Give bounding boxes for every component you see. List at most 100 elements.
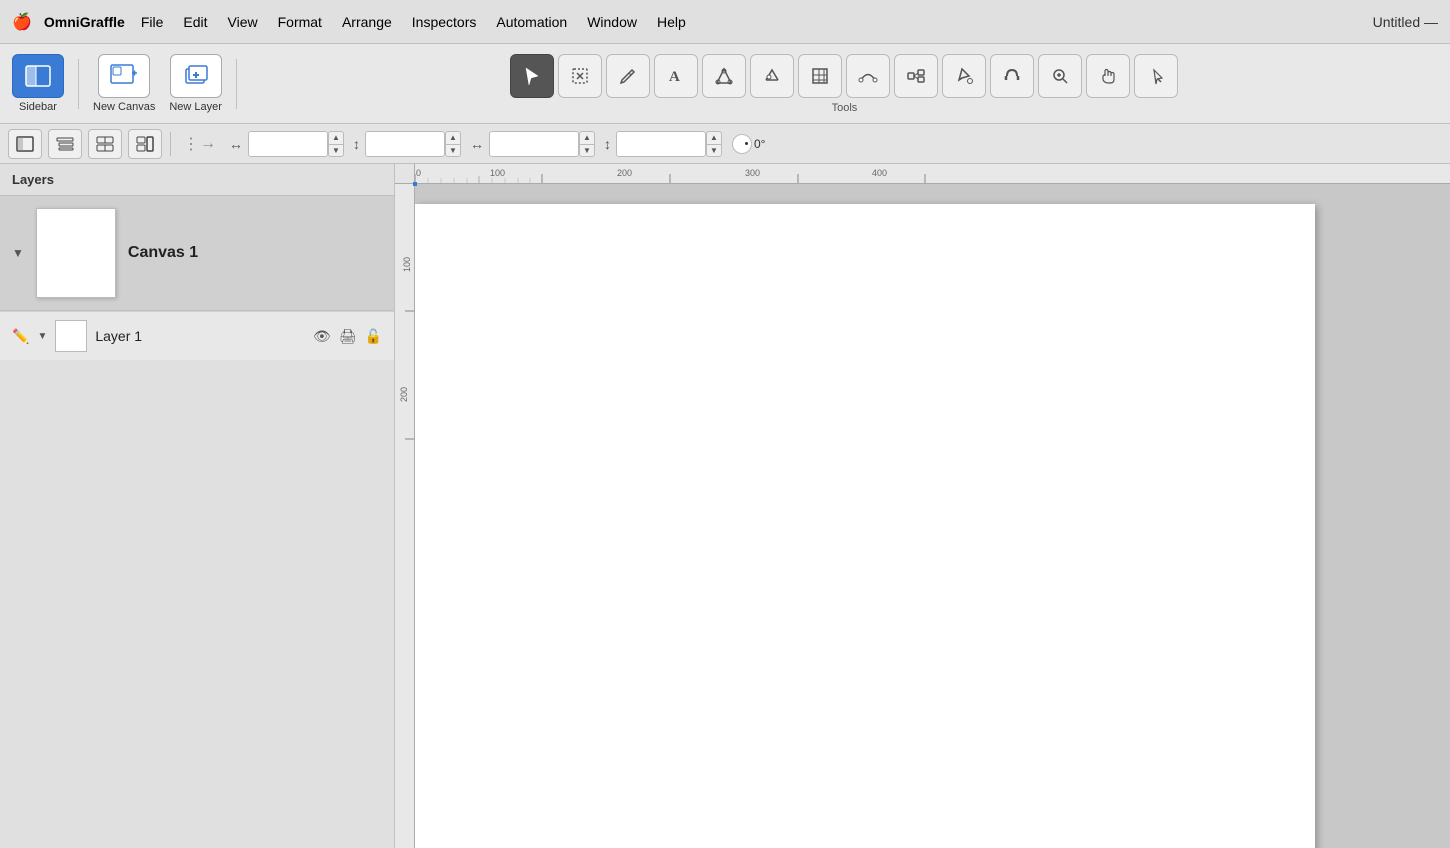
sec-divider-1 xyxy=(170,132,171,156)
connect-tool[interactable] xyxy=(894,54,938,98)
new-canvas-button[interactable]: New Canvas xyxy=(89,50,159,117)
main-layout: Layers ▼ Canvas 1 ✏️ ▼ Layer 1 👁 🖨 🔓 xyxy=(0,164,1450,848)
sidebar-button[interactable]: Sidebar xyxy=(8,50,68,117)
magnet-tool[interactable] xyxy=(990,54,1034,98)
x-stepper-down[interactable]: ▼ xyxy=(328,144,344,157)
width-input[interactable] xyxy=(489,131,579,157)
x-coord-group: ↔ ▲ ▼ xyxy=(226,131,344,157)
height-stepper-up[interactable]: ▲ xyxy=(706,131,722,144)
menu-automation[interactable]: Automation xyxy=(488,12,575,32)
menu-arrange[interactable]: Arrange xyxy=(334,12,400,32)
pen-tool[interactable] xyxy=(606,54,650,98)
layer-visibility-icon[interactable]: 👁 xyxy=(313,328,331,345)
layer-item[interactable]: ✏️ ▼ Layer 1 👁 🖨 🔓 xyxy=(0,311,394,360)
curve-tool[interactable] xyxy=(846,54,890,98)
x-coord-icon: ↔ xyxy=(226,136,246,152)
text-tool[interactable]: A xyxy=(654,54,698,98)
shared-layers-btn[interactable] xyxy=(88,129,122,159)
angle-circle xyxy=(732,134,752,154)
height-input[interactable] xyxy=(616,131,706,157)
width-coord-group: ↔ ▲ ▼ xyxy=(467,131,595,157)
edit-points-tool[interactable] xyxy=(750,54,794,98)
new-layer-icon xyxy=(170,54,222,98)
secondary-toolbar: ⋮→ ↔ ▲ ▼ ↕ ▲ ▼ ↔ ▲ ▼ xyxy=(0,124,1450,164)
menu-file[interactable]: File xyxy=(133,12,172,32)
y-stepper-down[interactable]: ▼ xyxy=(445,144,461,157)
width-stepper: ▲ ▼ xyxy=(579,131,595,157)
svg-text:200: 200 xyxy=(399,387,409,402)
height-stepper-down[interactable]: ▼ xyxy=(706,144,722,157)
svg-text:100: 100 xyxy=(402,257,412,272)
sidebar-header: Layers xyxy=(0,164,394,196)
layer-pen-icon[interactable]: ✏️ xyxy=(12,328,29,345)
toolbar-divider-2 xyxy=(236,59,237,109)
canvas-area[interactable]: 100 200 300 400 0 xyxy=(395,164,1450,848)
menu-format[interactable]: Format xyxy=(270,12,330,32)
toolbar-divider-1 xyxy=(78,59,79,109)
y-stepper: ▲ ▼ xyxy=(445,131,461,157)
width-coord-icon: ↔ xyxy=(467,136,487,152)
x-stepper: ▲ ▼ xyxy=(328,131,344,157)
shape-select-tool[interactable] xyxy=(558,54,602,98)
height-coord-icon: ↕ xyxy=(601,136,614,152)
zoom-tool[interactable] xyxy=(1038,54,1082,98)
angle-dot xyxy=(745,142,748,145)
horizontal-ruler: 100 200 300 400 0 xyxy=(415,164,1450,184)
layer-chevron-icon[interactable]: ▼ xyxy=(37,331,47,342)
layer-lock-icon[interactable]: 🔓 xyxy=(365,328,382,345)
svg-text:200: 200 xyxy=(617,168,632,178)
x-coord-input[interactable] xyxy=(248,131,328,157)
svg-text:0: 0 xyxy=(416,168,421,178)
canvas-item[interactable]: ▼ Canvas 1 xyxy=(0,196,394,311)
canvas-separator: ⋮→ xyxy=(179,134,220,154)
shape-tool[interactable] xyxy=(702,54,746,98)
tools-row: A xyxy=(510,54,1178,98)
apple-menu[interactable]: 🍎 xyxy=(12,12,32,32)
app-name[interactable]: OmniGraffle xyxy=(44,14,125,30)
tools-section: A xyxy=(247,54,1442,114)
canvas-name: Canvas 1 xyxy=(128,244,198,262)
height-stepper: ▲ ▼ xyxy=(706,131,722,157)
sidebar-label: Sidebar xyxy=(19,101,57,113)
layer-name: Layer 1 xyxy=(95,328,305,344)
menubar: 🍎 OmniGraffle File Edit View Format Arra… xyxy=(0,0,1450,44)
select-tool[interactable] xyxy=(510,54,554,98)
menu-inspectors[interactable]: Inspectors xyxy=(404,12,485,32)
new-canvas-icon xyxy=(98,54,150,98)
width-stepper-down[interactable]: ▼ xyxy=(579,144,595,157)
grid-tool[interactable] xyxy=(798,54,842,98)
new-layer-button[interactable]: New Layer xyxy=(165,50,226,117)
canvas-view-btn[interactable] xyxy=(8,129,42,159)
pan-tool[interactable] xyxy=(1086,54,1130,98)
menu-view[interactable]: View xyxy=(220,12,266,32)
svg-text:400: 400 xyxy=(872,168,887,178)
y-coord-group: ↕ ▲ ▼ xyxy=(350,131,461,157)
group-view-btn[interactable] xyxy=(128,129,162,159)
layer-print-icon[interactable]: 🖨 xyxy=(339,328,357,345)
x-stepper-up[interactable]: ▲ xyxy=(328,131,344,144)
width-stepper-up[interactable]: ▲ xyxy=(579,131,595,144)
outline-view-btn[interactable] xyxy=(48,129,82,159)
menu-help[interactable]: Help xyxy=(649,12,694,32)
height-coord-group: ↕ ▲ ▼ xyxy=(601,131,722,157)
svg-text:100: 100 xyxy=(490,168,505,178)
svg-text:300: 300 xyxy=(745,168,760,178)
fill-tool[interactable] xyxy=(942,54,986,98)
y-coord-icon: ↕ xyxy=(350,136,363,152)
y-coord-input[interactable] xyxy=(365,131,445,157)
canvas-white-area xyxy=(415,204,1315,848)
menu-edit[interactable]: Edit xyxy=(175,12,215,32)
tools-label: Tools xyxy=(832,102,858,114)
toolbar: Sidebar New Canvas New Layer xyxy=(0,44,1450,124)
y-stepper-up[interactable]: ▲ xyxy=(445,131,461,144)
svg-text:A: A xyxy=(669,69,680,85)
menu-window[interactable]: Window xyxy=(579,12,645,32)
cursor-tool[interactable] xyxy=(1134,54,1178,98)
layer-thumbnail xyxy=(55,320,87,352)
new-layer-label: New Layer xyxy=(169,101,222,113)
angle-display: 0° xyxy=(732,134,784,154)
layer-actions: 👁 🖨 🔓 xyxy=(313,328,382,345)
canvas-thumbnail xyxy=(36,208,116,298)
origin-marker xyxy=(413,182,417,186)
new-canvas-label: New Canvas xyxy=(93,101,155,113)
